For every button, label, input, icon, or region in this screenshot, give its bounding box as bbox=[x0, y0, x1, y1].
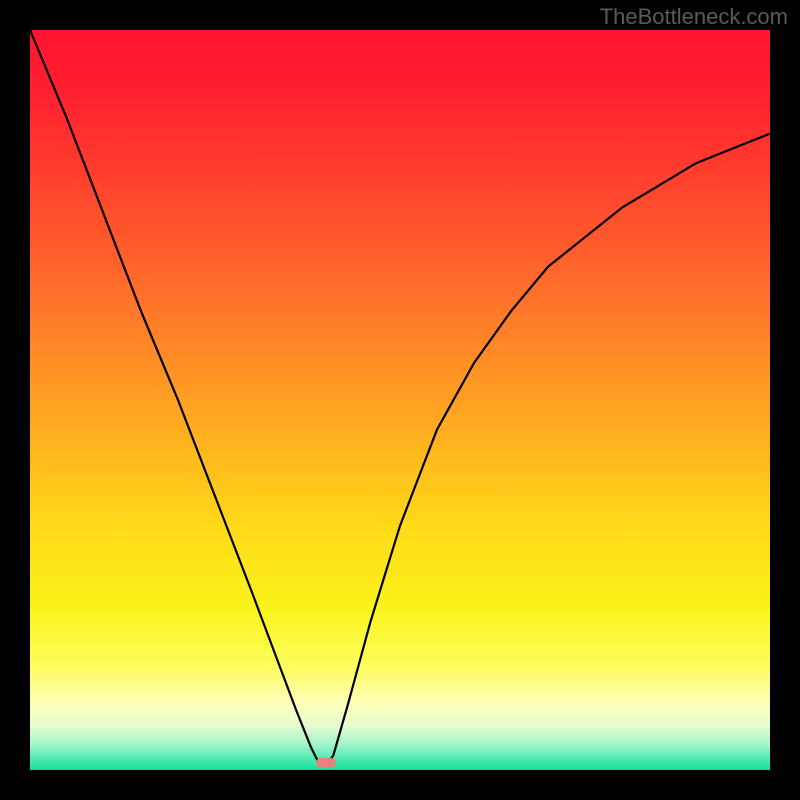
bottleneck-curve bbox=[30, 30, 770, 770]
chart-plot-area bbox=[30, 30, 770, 770]
watermark-text: TheBottleneck.com bbox=[600, 4, 788, 30]
optimal-point-marker bbox=[316, 758, 336, 768]
